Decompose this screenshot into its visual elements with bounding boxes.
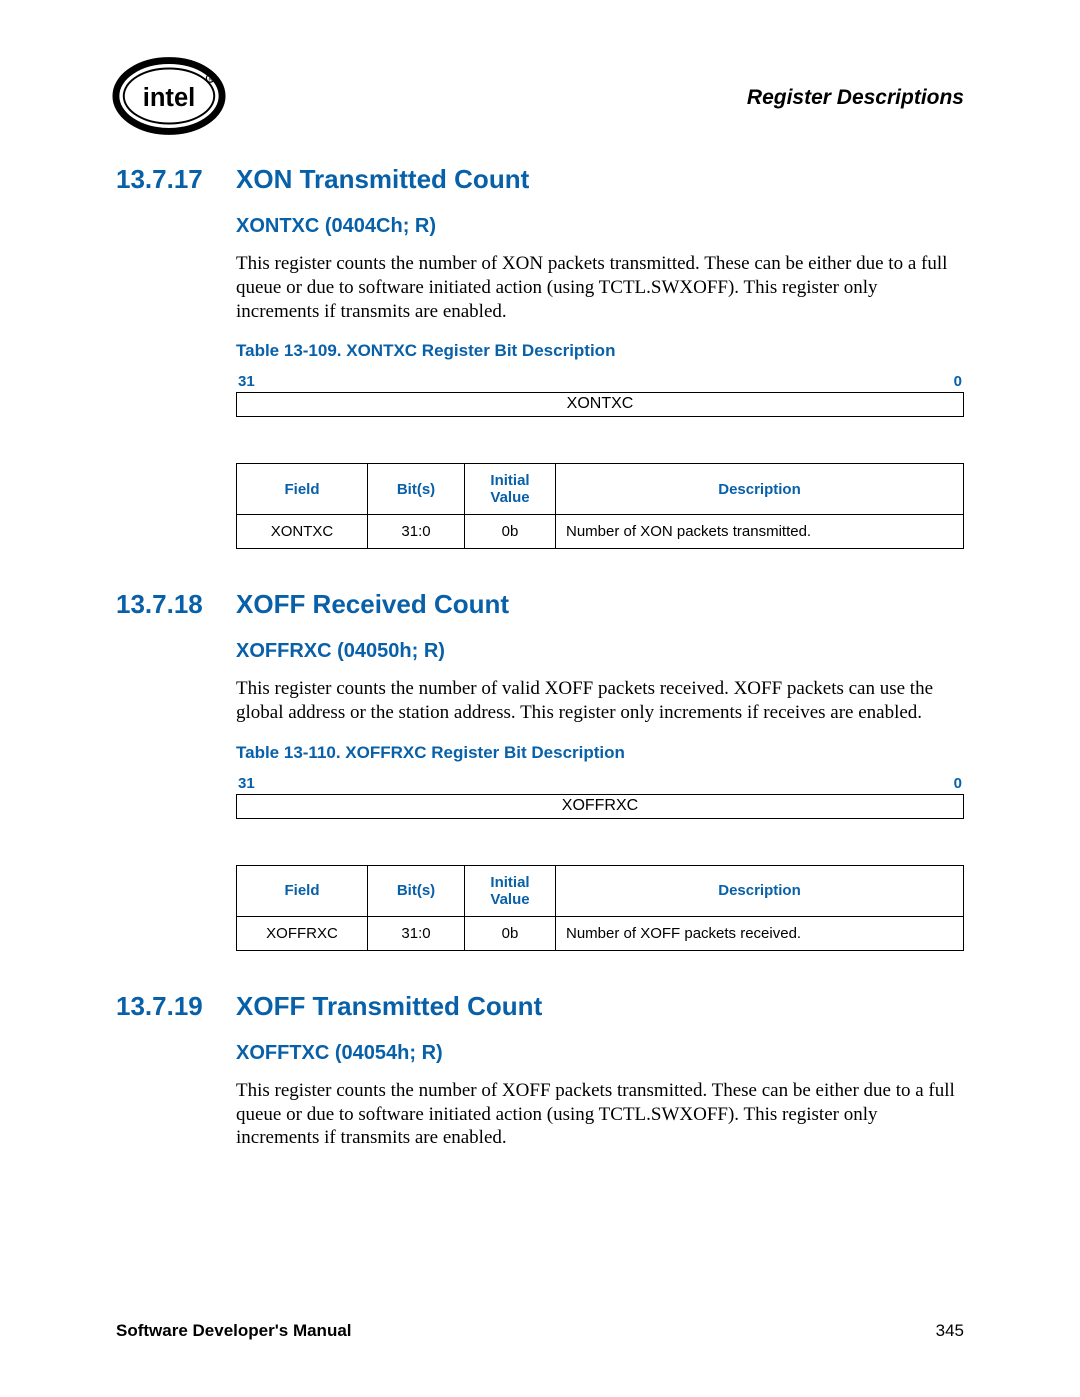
- section-body: XONTXC (0404Ch; R) This register counts …: [236, 215, 964, 549]
- page: intel R Register Descriptions 13.7.17 XO…: [0, 0, 1080, 1397]
- bit-range-labels: 31 0: [236, 373, 964, 390]
- svg-text:intel: intel: [143, 84, 196, 112]
- th-field: Field: [237, 865, 368, 916]
- table-row: XOFFRXC 31:0 0b Number of XOFF packets r…: [237, 916, 964, 950]
- svg-text:R: R: [209, 77, 213, 83]
- bit-low: 0: [954, 775, 962, 792]
- bit-low: 0: [954, 373, 962, 390]
- cell-initial: 0b: [465, 515, 556, 549]
- page-number: 345: [936, 1321, 964, 1341]
- section-xoff-transmitted: 13.7.19 XOFF Transmitted Count XOFFTXC (…: [116, 991, 964, 1150]
- cell-desc: Number of XOFF packets received.: [556, 916, 964, 950]
- th-desc: Description: [556, 865, 964, 916]
- cell-initial: 0b: [465, 916, 556, 950]
- cell-field: XOFFRXC: [237, 916, 368, 950]
- register-table: Field Bit(s) Initial Value Description X…: [236, 865, 964, 951]
- section-title: XOFF Transmitted Count: [236, 991, 964, 1022]
- th-initial: Initial Value: [465, 865, 556, 916]
- page-footer: Software Developer's Manual 345: [116, 1321, 964, 1341]
- register-heading: XOFFTXC (04054h; R): [236, 1042, 964, 1065]
- bit-high: 31: [238, 373, 255, 390]
- bit-range-labels: 31 0: [236, 775, 964, 792]
- section-number: 13.7.17: [116, 164, 236, 195]
- body-text: This register counts the number of valid…: [236, 677, 964, 725]
- cell-field: XONTXC: [237, 515, 368, 549]
- section-body: XOFFRXC (04050h; R) This register counts…: [236, 640, 964, 951]
- section-title: XOFF Received Count: [236, 589, 964, 620]
- body-text: This register counts the number of XOFF …: [236, 1079, 964, 1150]
- body-text: This register counts the number of XON p…: [236, 252, 964, 323]
- section-heading: 13.7.17 XON Transmitted Count: [116, 164, 964, 195]
- bit-field-box: XONTXC: [236, 392, 964, 417]
- page-header: intel R Register Descriptions: [116, 56, 964, 136]
- th-bits: Bit(s): [368, 865, 465, 916]
- bit-field-box: XOFFRXC: [236, 794, 964, 819]
- table-row: XONTXC 31:0 0b Number of XON packets tra…: [237, 515, 964, 549]
- cell-bits: 31:0: [368, 515, 465, 549]
- section-number: 13.7.19: [116, 991, 236, 1022]
- register-table: Field Bit(s) Initial Value Description X…: [236, 463, 964, 549]
- th-field: Field: [237, 464, 368, 515]
- header-title: Register Descriptions: [747, 86, 964, 110]
- th-initial: Initial Value: [465, 464, 556, 515]
- register-heading: XOFFRXC (04050h; R): [236, 640, 964, 663]
- section-heading: 13.7.18 XOFF Received Count: [116, 589, 964, 620]
- intel-logo: intel R: [110, 56, 228, 136]
- table-caption: Table 13-110. XOFFRXC Register Bit Descr…: [236, 743, 964, 763]
- table-caption: Table 13-109. XONTXC Register Bit Descri…: [236, 341, 964, 361]
- section-xoff-received: 13.7.18 XOFF Received Count XOFFRXC (040…: [116, 589, 964, 951]
- section-title: XON Transmitted Count: [236, 164, 964, 195]
- section-number: 13.7.18: [116, 589, 236, 620]
- th-desc: Description: [556, 464, 964, 515]
- section-body: XOFFTXC (04054h; R) This register counts…: [236, 1042, 964, 1150]
- th-bits: Bit(s): [368, 464, 465, 515]
- cell-desc: Number of XON packets transmitted.: [556, 515, 964, 549]
- cell-bits: 31:0: [368, 916, 465, 950]
- section-heading: 13.7.19 XOFF Transmitted Count: [116, 991, 964, 1022]
- section-xon-transmitted: 13.7.17 XON Transmitted Count XONTXC (04…: [116, 164, 964, 549]
- footer-title: Software Developer's Manual: [116, 1321, 352, 1341]
- register-heading: XONTXC (0404Ch; R): [236, 215, 964, 238]
- bit-high: 31: [238, 775, 255, 792]
